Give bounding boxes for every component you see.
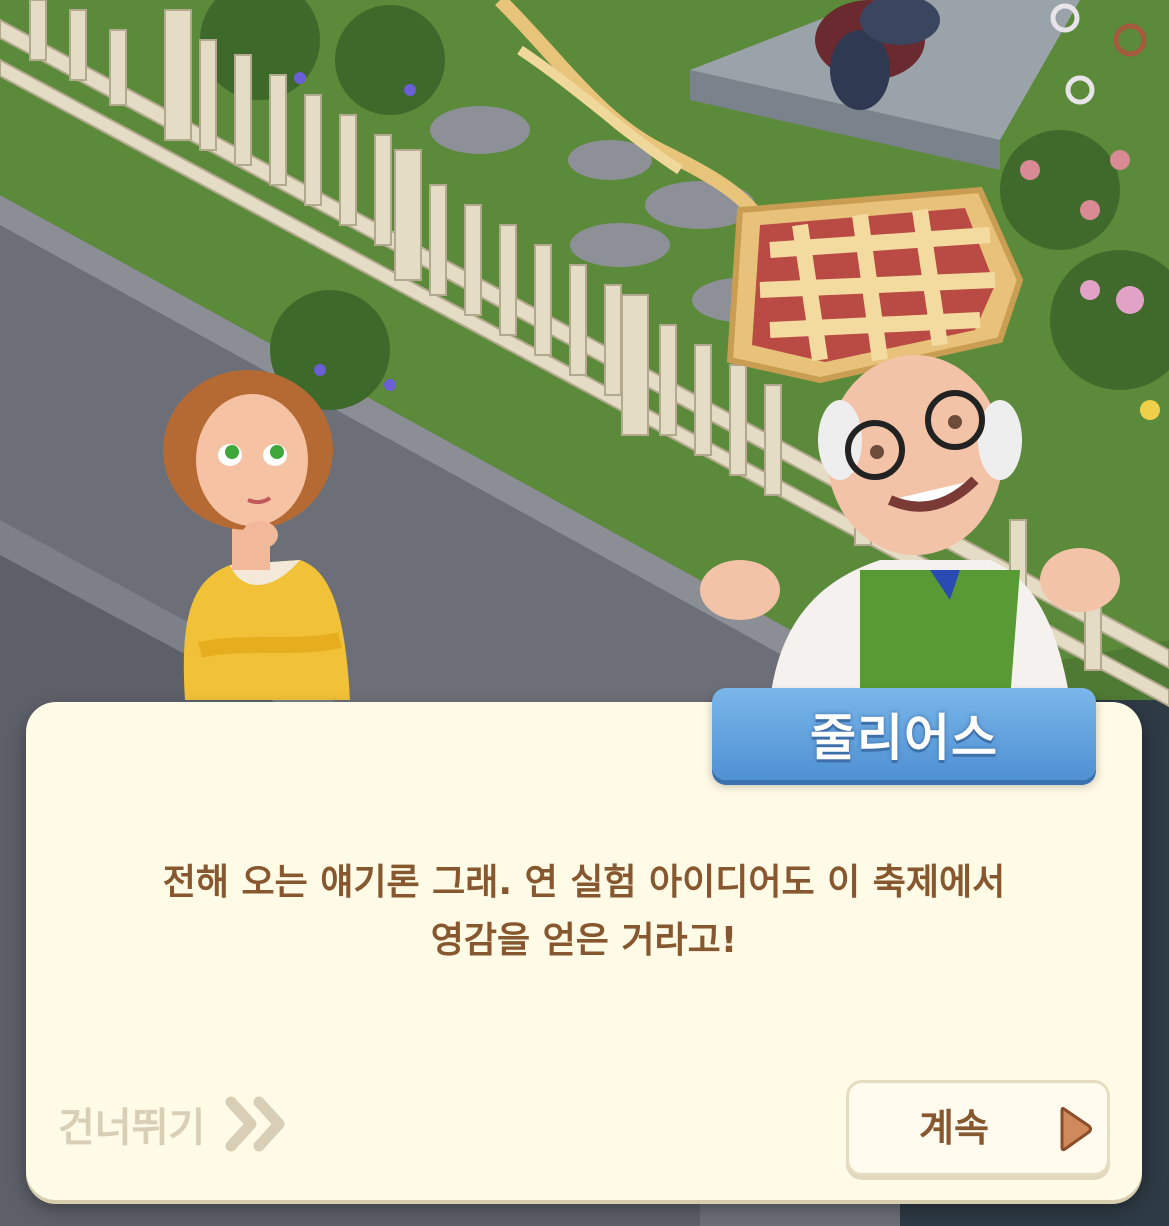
double-chevron-right-icon — [225, 1096, 289, 1152]
dialog-line-1: 전해 오는 얘기론 그래. 연 실험 아이디어도 이 축제에서 — [162, 862, 1006, 903]
dialog-text: 전해 오는 얘기론 그래. 연 실험 아이디어도 이 축제에서 영감을 얻은 거… — [86, 854, 1082, 970]
play-triangle-icon — [1059, 1105, 1093, 1153]
dialog-line-2: 영감을 얻은 거라고! — [430, 920, 738, 961]
continue-label: 계속 — [919, 1106, 989, 1150]
speaker-name-tag: 줄리어스 — [712, 688, 1096, 780]
skip-button[interactable]: 건너뛰기 — [58, 1092, 289, 1156]
continue-button[interactable]: 계속 — [846, 1080, 1110, 1176]
speaker-name: 줄리어스 — [810, 709, 998, 767]
skip-label: 건너뛰기 — [58, 1105, 206, 1151]
